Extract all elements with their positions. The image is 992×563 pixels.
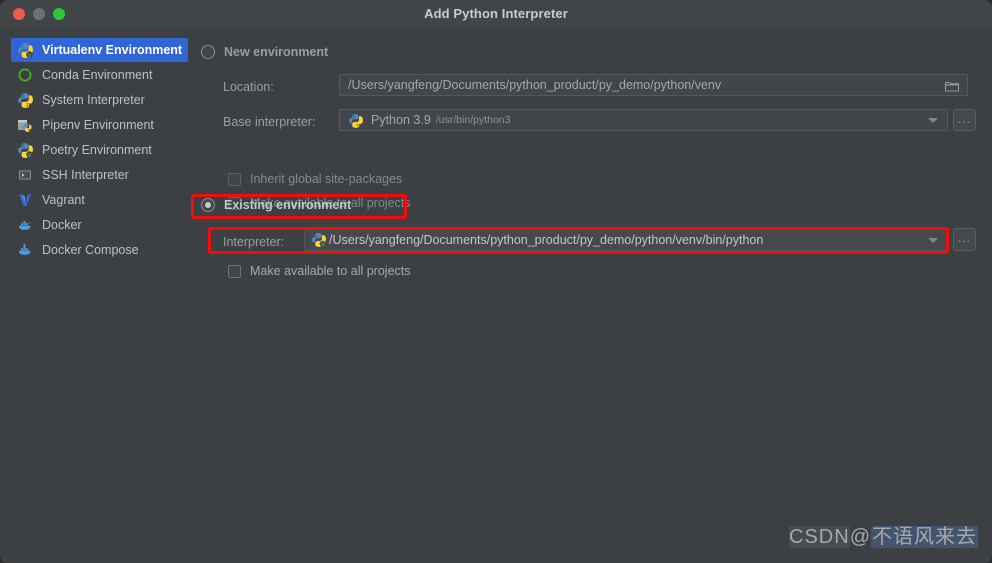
python-icon: [348, 113, 363, 128]
base-interpreter-browse-button[interactable]: ...: [953, 109, 976, 131]
sidebar-item-label: System Interpreter: [42, 93, 145, 107]
watermark-prefix: CSDN: [789, 526, 850, 548]
base-interpreter-path: /usr/bin/python3: [435, 114, 511, 126]
conda-icon: [17, 67, 33, 83]
interpreter-settings-panel: New environment Location: /Users/yangfen…: [192, 28, 992, 563]
sidebar-item-label: Poetry Environment: [42, 143, 152, 157]
sidebar-item-poetry-environment[interactable]: V Poetry Environment: [11, 138, 188, 162]
sidebar-item-conda-environment[interactable]: Conda Environment: [11, 63, 188, 87]
existing-environment-radio[interactable]: [201, 198, 215, 212]
folder-icon[interactable]: [945, 79, 959, 92]
virtualenv-icon: V: [311, 232, 326, 248]
base-interpreter-combobox[interactable]: Python 3.9 /usr/bin/python3: [339, 109, 948, 131]
existing-env-make-available-label: Make available to all projects: [250, 264, 411, 278]
sidebar-item-label: Docker: [42, 218, 82, 232]
window-title: Add Python Interpreter: [424, 6, 568, 21]
inherit-global-site-packages-checkbox[interactable]: [228, 172, 241, 186]
sidebar-item-docker-compose[interactable]: Docker Compose: [11, 238, 188, 262]
sidebar-item-label: Pipenv Environment: [42, 118, 154, 132]
sidebar-item-system-interpreter[interactable]: System Interpreter: [11, 88, 188, 112]
ssh-terminal-icon: [17, 167, 33, 183]
docker-compose-icon: [17, 242, 33, 258]
docker-icon: [17, 217, 33, 233]
interpreter-combobox[interactable]: V /Users/yangfeng/Documents/python_produ…: [304, 228, 948, 251]
new-environment-radio-row[interactable]: New environment: [201, 45, 328, 59]
add-python-interpreter-dialog: Add Python Interpreter V Virtualenv Envi…: [0, 0, 992, 563]
new-environment-label: New environment: [224, 45, 329, 59]
svg-text:V: V: [321, 242, 325, 247]
chevron-down-icon[interactable]: [928, 118, 938, 123]
existing-env-make-available-checkbox[interactable]: [228, 264, 241, 278]
chevron-down-icon[interactable]: [928, 237, 938, 243]
location-input[interactable]: /Users/yangfeng/Documents/python_product…: [339, 74, 968, 96]
pipenv-icon: [17, 117, 33, 133]
new-environment-radio[interactable]: [201, 45, 215, 59]
sidebar-item-ssh-interpreter[interactable]: SSH Interpreter: [11, 163, 188, 187]
title-bar: Add Python Interpreter: [0, 0, 992, 29]
existing-environment-label: Existing environment: [224, 198, 352, 212]
environment-type-sidebar: V Virtualenv Environment Conda Environme…: [0, 28, 192, 563]
virtualenv-icon: V: [17, 42, 33, 59]
location-value: /Users/yangfeng/Documents/python_product…: [348, 78, 722, 92]
sidebar-item-pipenv-environment[interactable]: Pipenv Environment: [11, 113, 188, 137]
sidebar-item-docker[interactable]: Docker: [11, 213, 188, 237]
python-icon: [17, 92, 33, 108]
sidebar-item-label: Docker Compose: [42, 243, 139, 257]
inherit-global-site-packages-label: Inherit global site-packages: [250, 172, 403, 186]
location-label: Location:: [223, 80, 274, 94]
watermark-at: @: [849, 526, 871, 548]
sidebar-item-vagrant[interactable]: Vagrant: [11, 188, 188, 212]
existing-env-make-available-row[interactable]: Make available to all projects: [228, 264, 411, 278]
vagrant-icon: [17, 192, 33, 208]
sidebar-item-label: Conda Environment: [42, 68, 153, 82]
sidebar-item-virtualenv-environment[interactable]: V Virtualenv Environment: [11, 38, 188, 62]
interpreter-label: Interpreter:: [223, 235, 285, 249]
poetry-icon: V: [17, 142, 33, 159]
inherit-global-site-packages-row[interactable]: Inherit global site-packages: [228, 172, 402, 186]
existing-environment-radio-row[interactable]: Existing environment: [201, 198, 351, 212]
interpreter-browse-button[interactable]: ...: [953, 228, 976, 251]
base-interpreter-label: Base interpreter:: [223, 115, 316, 129]
watermark-handle: 不语风来去: [871, 526, 978, 548]
sidebar-item-label: Virtualenv Environment: [42, 43, 183, 57]
sidebar-item-label: Vagrant: [42, 193, 85, 207]
sidebar-item-label: SSH Interpreter: [42, 168, 129, 182]
svg-text:V: V: [28, 153, 32, 158]
base-interpreter-value: Python 3.9: [371, 113, 431, 127]
watermark: CSDN@不语风来去: [789, 520, 978, 549]
interpreter-value: /Users/yangfeng/Documents/python_product…: [329, 232, 764, 247]
svg-text:V: V: [28, 53, 32, 58]
